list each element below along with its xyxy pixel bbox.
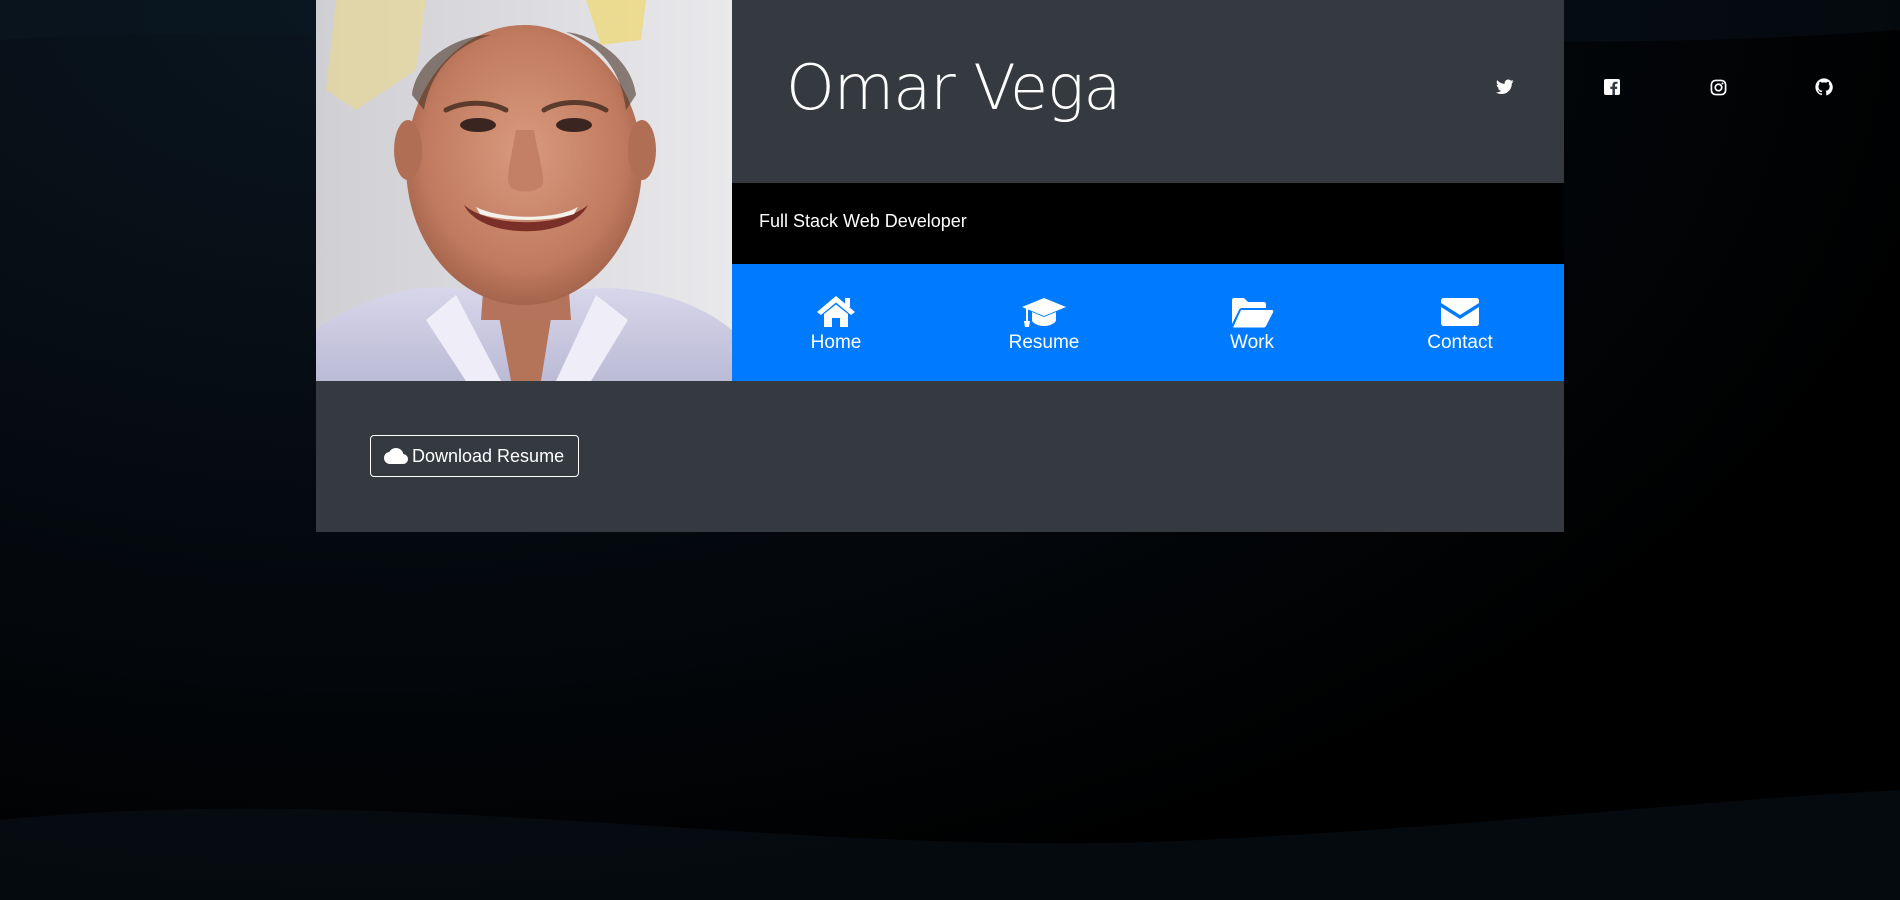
nav-item-work[interactable]: Work (1148, 264, 1356, 381)
header: Omar Vega (732, 0, 1833, 183)
folder-open-icon (1232, 297, 1274, 327)
download-resume-label: Download Resume (412, 445, 565, 466)
profile-name: Omar Vega (786, 51, 1121, 124)
nav-label-contact: Contact (1427, 331, 1493, 353)
facebook-link[interactable] (1601, 76, 1623, 98)
nav-item-home[interactable]: Home (732, 264, 940, 381)
nav-item-resume[interactable]: Resume (940, 264, 1148, 381)
profile-photo (316, 0, 732, 381)
nav-label-work: Work (1230, 331, 1274, 353)
tagline: Full Stack Web Developer (759, 211, 967, 231)
github-link[interactable] (1813, 76, 1835, 98)
graduation-cap-icon (1022, 297, 1066, 327)
twitter-link[interactable] (1494, 76, 1516, 98)
facebook-icon (1604, 79, 1620, 95)
cloud-icon (384, 448, 408, 464)
main-nav: Home Resume Work Contact (732, 264, 1564, 381)
nav-label-home: Home (810, 331, 862, 353)
instagram-icon (1710, 79, 1726, 95)
profile-card: Omar Vega Full Stack Web Developer Home … (316, 0, 1833, 532)
download-resume-button[interactable]: Download Resume (370, 435, 580, 477)
nav-label-resume: Resume (1008, 331, 1080, 353)
nav-item-contact[interactable]: Contact (1356, 264, 1564, 381)
home-icon (817, 295, 855, 327)
instagram-link[interactable] (1707, 76, 1729, 98)
envelope-icon (1441, 297, 1479, 326)
github-icon (1815, 78, 1833, 96)
tagline-bar: Full Stack Web Developer (732, 183, 1564, 264)
twitter-icon (1496, 79, 1514, 94)
